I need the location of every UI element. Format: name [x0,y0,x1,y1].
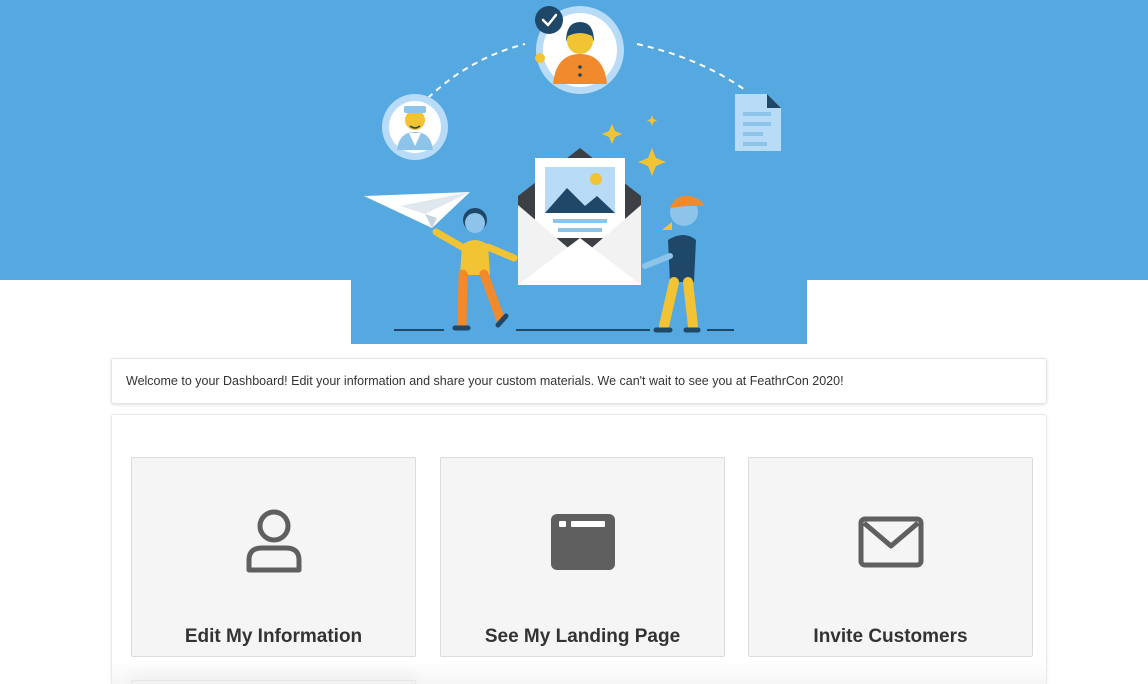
edit-information-card[interactable]: Edit My Information [131,457,416,657]
invite-customers-card[interactable]: Invite Customers [748,457,1033,657]
bird-figure-illustration [642,195,704,333]
next-card-partial[interactable] [131,680,416,684]
girl-figure-illustration [432,208,518,331]
edit-information-label: Edit My Information [184,626,363,647]
invite-customers-label: Invite Customers [813,626,968,647]
envelope-icon [858,516,923,568]
welcome-message: Welcome to your Dashboard! Edit your inf… [126,374,844,388]
hero-illustration [364,6,781,333]
landing-page-label: See My Landing Page [484,626,681,647]
envelope-illustration [518,148,641,285]
browser-window-icon [550,514,615,570]
avatar-man-icon [382,94,448,160]
paper-plane-icon [364,192,470,228]
checkmark-badge-icon [535,6,563,34]
landing-page-card[interactable]: See My Landing Page [440,457,725,657]
user-icon [246,509,301,573]
document-icon [735,94,781,151]
welcome-banner: Welcome to your Dashboard! Edit your inf… [111,358,1047,404]
